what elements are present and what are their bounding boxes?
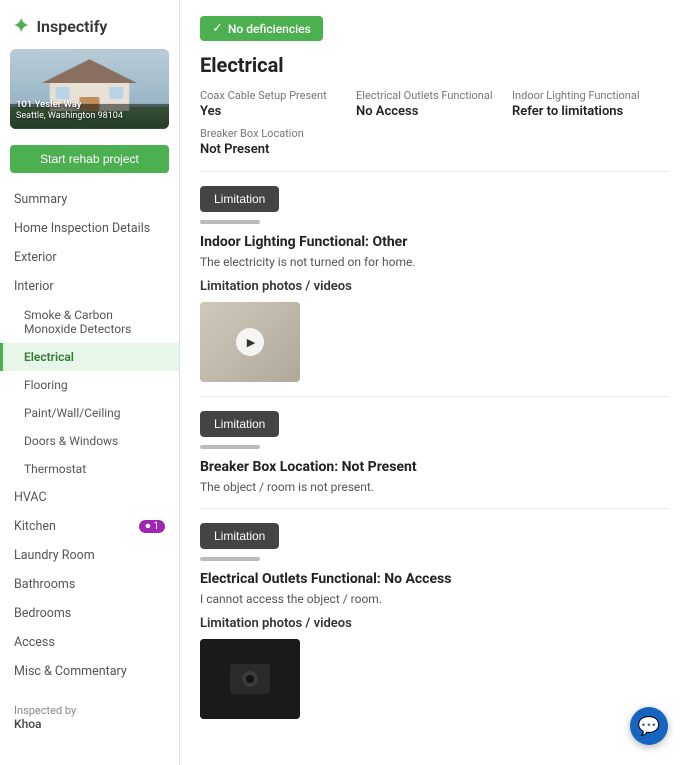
- sidebar-item-smoke[interactable]: Smoke & Carbon Monoxide Detectors: [0, 301, 179, 343]
- badge-text: No deficiencies: [228, 22, 311, 36]
- section-title: Electrical: [200, 53, 668, 77]
- info-item-breaker: Breaker Box Location Not Present: [200, 127, 668, 157]
- photo-thumbnail-3[interactable]: [200, 639, 300, 719]
- chat-icon: 💬: [638, 716, 660, 737]
- sidebar-item-flooring[interactable]: Flooring: [0, 371, 179, 399]
- sidebar-item-exterior[interactable]: Exterior: [0, 243, 179, 272]
- logo: ✦ Inspectify: [0, 0, 179, 49]
- photos-label-1: Limitation photos / videos: [200, 279, 668, 294]
- property-card: 101 Yesler Way Seattle, Washington 98104: [10, 49, 169, 129]
- sidebar-item-paint[interactable]: Paint/Wall/Ceiling: [0, 399, 179, 427]
- kitchen-badge-icon: ⏺: [145, 521, 150, 532]
- sidebar-item-bathrooms[interactable]: Bathrooms: [0, 570, 179, 599]
- limitation-desc-3: I cannot access the object / room.: [200, 592, 668, 606]
- sidebar-nav: Summary Home Inspection Details Exterior…: [0, 185, 179, 686]
- info-item-coax: Coax Cable Setup Present Yes: [200, 89, 356, 119]
- chat-button[interactable]: 💬: [630, 707, 668, 745]
- limitation-bar-2: [200, 445, 260, 449]
- limitation-title-3: Electrical Outlets Functional: No Access: [200, 571, 668, 587]
- sidebar: ✦ Inspectify: [0, 0, 180, 765]
- sidebar-item-hvac[interactable]: HVAC: [0, 483, 179, 512]
- check-icon: ✓: [212, 21, 223, 36]
- main-content: ✓ No deficiencies Electrical Coax Cable …: [180, 0, 688, 765]
- logo-text: Inspectify: [36, 17, 107, 36]
- info-item-outlets: Electrical Outlets Functional No Access: [356, 89, 512, 119]
- divider-2: [200, 396, 668, 397]
- sidebar-item-summary[interactable]: Summary: [0, 185, 179, 214]
- limitation-desc-2: The object / room is not present.: [200, 480, 668, 494]
- sidebar-item-doors[interactable]: Doors & Windows: [0, 427, 179, 455]
- breaker-label: Breaker Box Location: [200, 127, 658, 140]
- coax-label: Coax Cable Setup Present: [200, 89, 346, 102]
- sidebar-item-kitchen-label: Kitchen: [14, 519, 56, 534]
- outlets-value: No Access: [356, 104, 502, 119]
- kitchen-badge-wrap: ⏺ 1: [139, 520, 165, 533]
- photos-label-3: Limitation photos / videos: [200, 616, 668, 631]
- breaker-value: Not Present: [200, 142, 658, 157]
- inspected-by-label: Inspected by: [14, 704, 165, 717]
- limitation-section-3: Limitation Electrical Outlets Functional…: [200, 523, 668, 719]
- limitation-section-1: Limitation Indoor Lighting Functional: O…: [200, 186, 668, 382]
- lighting-value: Refer to limitations: [512, 104, 658, 119]
- sidebar-item-thermostat[interactable]: Thermostat: [0, 455, 179, 483]
- video-play-button-1[interactable]: [236, 328, 264, 356]
- outlets-label: Electrical Outlets Functional: [356, 89, 502, 102]
- limitation-button-3[interactable]: Limitation: [200, 523, 279, 549]
- limitation-title-2: Breaker Box Location: Not Present: [200, 459, 668, 475]
- deficiencies-badge: ✓ No deficiencies: [200, 16, 323, 41]
- info-grid-row2: Breaker Box Location Not Present: [200, 127, 668, 157]
- limitation-title-1: Indoor Lighting Functional: Other: [200, 234, 668, 250]
- divider-1: [200, 171, 668, 172]
- limitation-button-1[interactable]: Limitation: [200, 186, 279, 212]
- limitation-button-2[interactable]: Limitation: [200, 411, 279, 437]
- limitation-section-2: Limitation Breaker Box Location: Not Pre…: [200, 411, 668, 494]
- sidebar-item-misc[interactable]: Misc & Commentary: [0, 657, 179, 686]
- kitchen-badge: ⏺ 1: [139, 520, 165, 533]
- kitchen-badge-count: 1: [153, 521, 159, 532]
- sidebar-item-electrical[interactable]: Electrical: [0, 343, 179, 371]
- video-thumbnail-1[interactable]: [200, 302, 300, 382]
- sidebar-item-home-inspection[interactable]: Home Inspection Details: [0, 214, 179, 243]
- sidebar-item-laundry[interactable]: Laundry Room: [0, 541, 179, 570]
- limitation-bar-1: [200, 220, 260, 224]
- limitation-desc-1: The electricity is not turned on for hom…: [200, 255, 668, 269]
- lighting-label: Indoor Lighting Functional: [512, 89, 658, 102]
- logo-icon: ✦: [12, 14, 30, 39]
- sidebar-item-access[interactable]: Access: [0, 628, 179, 657]
- property-city: Seattle, Washington 98104: [16, 111, 123, 123]
- sidebar-item-interior[interactable]: Interior: [0, 272, 179, 301]
- coax-value: Yes: [200, 104, 346, 119]
- property-street: 101 Yesler Way: [16, 99, 123, 111]
- inspector-name: Khoa: [14, 717, 165, 731]
- sidebar-item-bedrooms[interactable]: Bedrooms: [0, 599, 179, 628]
- limitation-bar-3: [200, 557, 260, 561]
- start-rehab-button[interactable]: Start rehab project: [10, 145, 169, 173]
- sidebar-footer: Inspected by Khoa: [0, 690, 179, 745]
- property-address: 101 Yesler Way Seattle, Washington 98104: [16, 99, 123, 123]
- sidebar-item-kitchen[interactable]: Kitchen ⏺ 1: [0, 512, 179, 541]
- info-grid-row1: Coax Cable Setup Present Yes Electrical …: [200, 89, 668, 119]
- divider-3: [200, 508, 668, 509]
- info-item-lighting: Indoor Lighting Functional Refer to limi…: [512, 89, 668, 119]
